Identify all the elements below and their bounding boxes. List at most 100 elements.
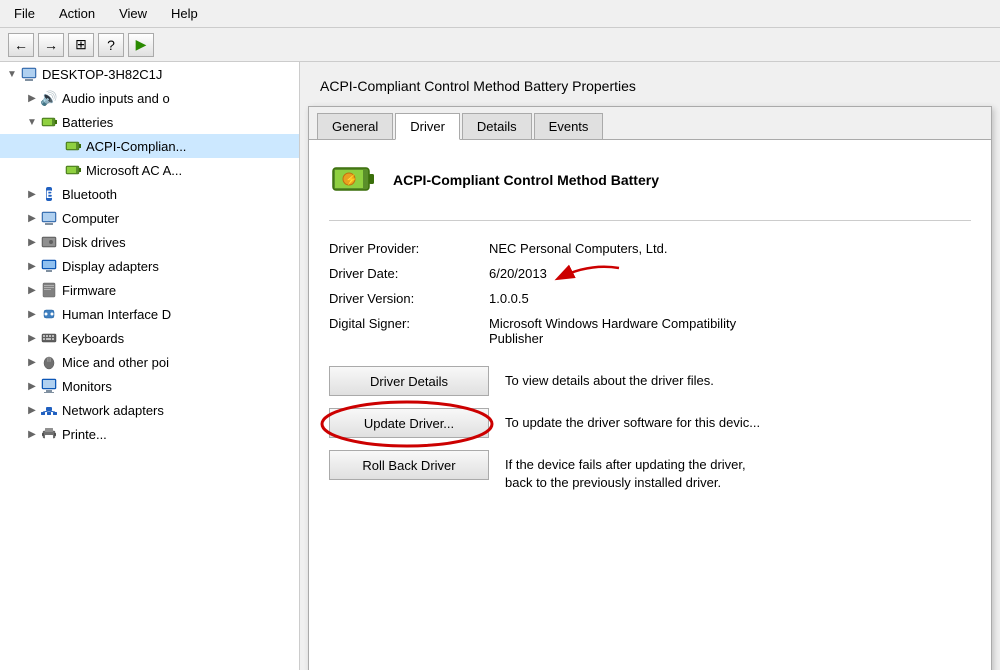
tree-item-batteries[interactable]: ▼ Batteries bbox=[0, 110, 299, 134]
tree-item-computer[interactable]: ▶ Computer bbox=[0, 206, 299, 230]
update-driver-button[interactable]: Update Driver... bbox=[329, 408, 489, 438]
monitors-expand-icon: ▶ bbox=[24, 381, 40, 392]
disk-expand-icon: ▶ bbox=[24, 237, 40, 248]
driver-buttons-section: Driver Details To view details about the… bbox=[329, 366, 971, 492]
mac-label: Microsoft AC A... bbox=[86, 163, 182, 178]
mice-icon bbox=[40, 353, 58, 371]
digital-signer-row: Digital Signer: Microsoft Windows Hardwa… bbox=[329, 316, 971, 346]
driver-date-value: 6/20/2013 bbox=[489, 266, 971, 281]
tree-item-printer[interactable]: ▶ Printe... bbox=[0, 422, 299, 446]
display-label: Display adapters bbox=[62, 259, 159, 274]
batteries-expand-icon: ▼ bbox=[24, 117, 40, 128]
device-icon-large: ⚡ bbox=[329, 156, 377, 204]
toolbar: ← → ⊞ ? ▶ bbox=[0, 28, 1000, 62]
tree-item-monitors[interactable]: ▶ Monitors bbox=[0, 374, 299, 398]
svg-text:B: B bbox=[46, 189, 54, 201]
display-icon bbox=[40, 257, 58, 275]
disk-icon bbox=[40, 233, 58, 251]
printer-expand-icon: ▶ bbox=[24, 429, 40, 440]
hid-expand-icon: ▶ bbox=[24, 309, 40, 320]
computer-label: Computer bbox=[62, 211, 119, 226]
batteries-icon bbox=[40, 113, 58, 131]
dialog-box: General Driver Details Events bbox=[308, 106, 992, 670]
menu-file[interactable]: File bbox=[8, 4, 41, 23]
keyboards-label: Keyboards bbox=[62, 331, 124, 346]
menu-view[interactable]: View bbox=[113, 4, 153, 23]
mice-label: Mice and other poi bbox=[62, 355, 169, 370]
tree-item-acpi[interactable]: ACPI-Complian... bbox=[0, 134, 299, 158]
computer-icon bbox=[20, 65, 38, 83]
network-expand-icon: ▶ bbox=[24, 405, 40, 416]
dialog-content: ⚡ ACPI-Compliant Control Method Battery … bbox=[309, 140, 991, 508]
mac-icon bbox=[64, 161, 82, 179]
roll-back-driver-button[interactable]: Roll Back Driver bbox=[329, 450, 489, 480]
digital-signer-value: Microsoft Windows Hardware Compatibility… bbox=[489, 316, 971, 346]
run-button[interactable]: ▶ bbox=[128, 33, 154, 57]
tree-item-keyboards[interactable]: ▶ Keyboards bbox=[0, 326, 299, 350]
keyboards-icon bbox=[40, 329, 58, 347]
network-icon bbox=[40, 401, 58, 419]
properties-panel: ACPI-Compliant Control Method Battery Pr… bbox=[300, 62, 1000, 670]
tab-events[interactable]: Events bbox=[534, 113, 604, 140]
driver-details-desc: To view details about the driver files. bbox=[505, 366, 714, 390]
tab-bar: General Driver Details Events bbox=[309, 107, 991, 140]
tree-item-hid[interactable]: ▶ Human Interface D bbox=[0, 302, 299, 326]
update-driver-desc: To update the driver software for this d… bbox=[505, 408, 760, 432]
update-driver-row: Update Driver... To update the driver so… bbox=[329, 408, 971, 438]
tree-item-display[interactable]: ▶ Display adapters bbox=[0, 254, 299, 278]
bluetooth-expand-icon: ▶ bbox=[24, 189, 40, 200]
device-name: ACPI-Compliant Control Method Battery bbox=[393, 172, 659, 188]
driver-date-label: Driver Date: bbox=[329, 266, 489, 281]
help-button[interactable]: ? bbox=[98, 33, 124, 57]
computer-tree-icon bbox=[40, 209, 58, 227]
tree-item-bluetooth[interactable]: ▶ B Bluetooth bbox=[0, 182, 299, 206]
audio-icon: 🔊 bbox=[40, 89, 58, 107]
digital-signer-label: Digital Signer: bbox=[329, 316, 489, 346]
main-area: ▼ DESKTOP-3H82C1J ▶ 🔊 Audio inputs and o… bbox=[0, 62, 1000, 670]
driver-details-button[interactable]: Driver Details bbox=[329, 366, 489, 396]
tree-item-audio[interactable]: ▶ 🔊 Audio inputs and o bbox=[0, 86, 299, 110]
tab-general[interactable]: General bbox=[317, 113, 393, 140]
printer-label: Printe... bbox=[62, 427, 107, 442]
device-manager-button[interactable]: ⊞ bbox=[68, 33, 94, 57]
svg-text:⚡: ⚡ bbox=[345, 173, 357, 186]
tree-item-mice[interactable]: ▶ Mice and other poi bbox=[0, 350, 299, 374]
menu-action[interactable]: Action bbox=[53, 4, 101, 23]
bluetooth-icon: B bbox=[40, 185, 58, 203]
expand-icon: ▼ bbox=[4, 69, 20, 80]
dialog-title: ACPI-Compliant Control Method Battery Pr… bbox=[308, 70, 992, 102]
tree-item-disk[interactable]: ▶ Disk drives bbox=[0, 230, 299, 254]
tree-item-microsoft-ac[interactable]: Microsoft AC A... bbox=[0, 158, 299, 182]
tree-root[interactable]: ▼ DESKTOP-3H82C1J bbox=[0, 62, 299, 86]
update-driver-wrapper: Update Driver... bbox=[329, 408, 489, 438]
firmware-expand-icon: ▶ bbox=[24, 285, 40, 296]
driver-provider-value: NEC Personal Computers, Ltd. bbox=[489, 241, 971, 256]
tab-details[interactable]: Details bbox=[462, 113, 532, 140]
forward-button[interactable]: → bbox=[38, 33, 64, 57]
tree-item-network[interactable]: ▶ Network adapters bbox=[0, 398, 299, 422]
menu-help[interactable]: Help bbox=[165, 4, 204, 23]
hid-icon bbox=[40, 305, 58, 323]
driver-version-label: Driver Version: bbox=[329, 291, 489, 306]
acpi-label: ACPI-Complian... bbox=[86, 139, 186, 154]
monitors-label: Monitors bbox=[62, 379, 112, 394]
driver-version-row: Driver Version: 1.0.0.5 bbox=[329, 291, 971, 306]
roll-back-desc: If the device fails after updating the d… bbox=[505, 450, 746, 492]
acpi-icon bbox=[64, 137, 82, 155]
tab-driver[interactable]: Driver bbox=[395, 113, 460, 140]
audio-label: Audio inputs and o bbox=[62, 91, 170, 106]
back-button[interactable]: ← bbox=[8, 33, 34, 57]
tree-item-firmware[interactable]: ▶ Firmware bbox=[0, 278, 299, 302]
menubar: File Action View Help bbox=[0, 0, 1000, 28]
network-label: Network adapters bbox=[62, 403, 164, 418]
driver-provider-label: Driver Provider: bbox=[329, 241, 489, 256]
display-expand-icon: ▶ bbox=[24, 261, 40, 272]
monitors-icon bbox=[40, 377, 58, 395]
disk-label: Disk drives bbox=[62, 235, 126, 250]
audio-expand-icon: ▶ bbox=[24, 93, 40, 104]
driver-details-row: Driver Details To view details about the… bbox=[329, 366, 971, 396]
printer-icon bbox=[40, 425, 58, 443]
driver-version-value: 1.0.0.5 bbox=[489, 291, 971, 306]
device-header: ⚡ ACPI-Compliant Control Method Battery bbox=[329, 156, 971, 221]
hid-label: Human Interface D bbox=[62, 307, 171, 322]
